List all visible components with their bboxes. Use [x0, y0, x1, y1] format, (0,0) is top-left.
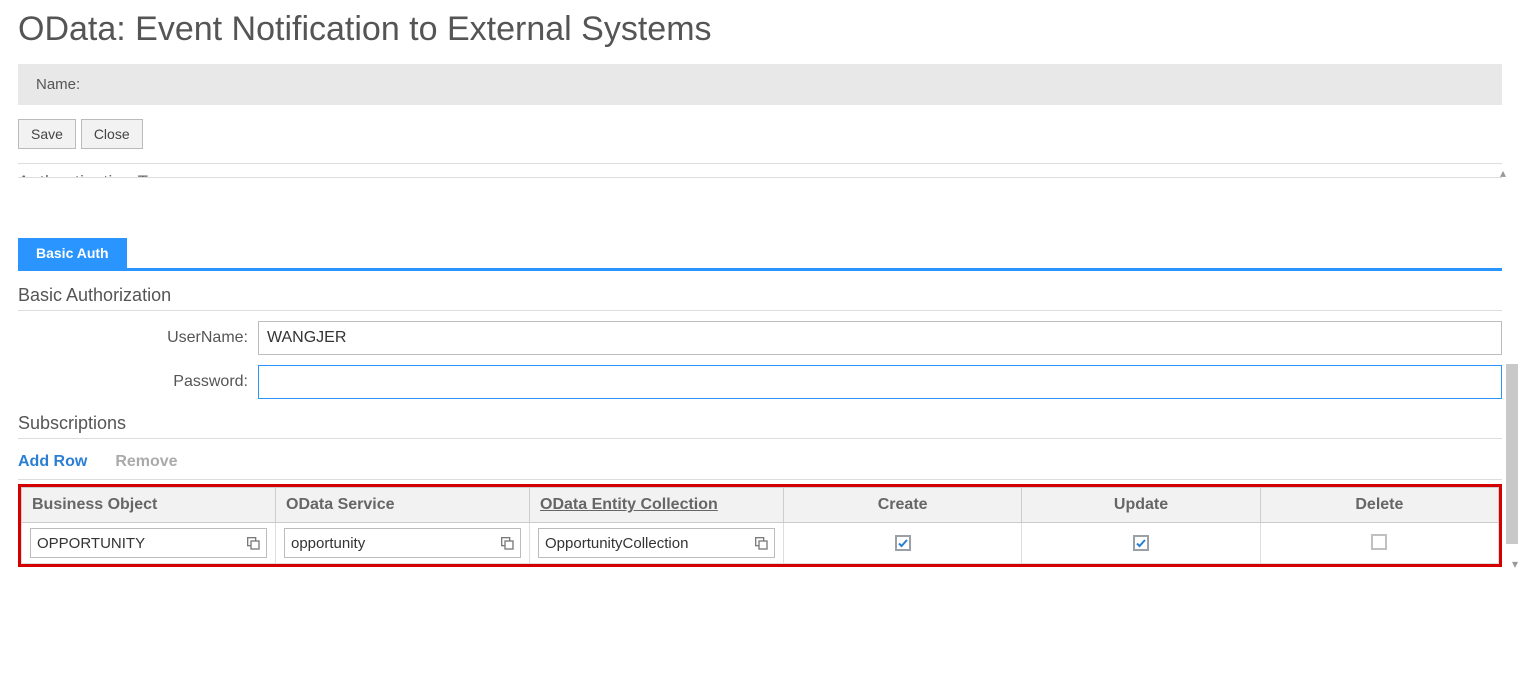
save-button[interactable]: Save [18, 119, 76, 149]
odata-entity-field[interactable] [538, 528, 775, 558]
close-button[interactable]: Close [81, 119, 143, 149]
page-title: OData: Event Notification to External Sy… [18, 10, 1502, 49]
password-input[interactable] [258, 365, 1502, 399]
basic-auth-heading: Basic Authorization [18, 285, 1502, 311]
col-odata-entity[interactable]: OData Entity Collection [530, 488, 784, 523]
subscriptions-table: Business Object OData Service OData Enti… [21, 487, 1499, 564]
odata-service-field[interactable] [284, 528, 521, 558]
remove-link: Remove [115, 453, 177, 471]
highlight-box: Business Object OData Service OData Enti… [18, 484, 1502, 567]
value-help-icon[interactable] [242, 532, 264, 554]
tab-strip: Basic Auth [18, 238, 1502, 271]
value-help-icon[interactable] [496, 532, 518, 554]
update-checkbox[interactable] [1133, 535, 1149, 551]
name-bar: Name: [18, 64, 1502, 105]
col-odata-service[interactable]: OData Service [276, 488, 530, 523]
header-toolbar: Save Close [18, 115, 1502, 164]
add-row-link[interactable]: Add Row [18, 453, 87, 471]
business-object-field[interactable] [30, 528, 267, 558]
col-create[interactable]: Create [784, 488, 1022, 523]
col-update[interactable]: Update [1022, 488, 1260, 523]
odata-entity-input[interactable] [539, 531, 750, 556]
value-help-icon[interactable] [750, 532, 772, 554]
username-label: UserName: [18, 329, 258, 347]
password-label: Password: [18, 373, 258, 391]
tab-basic-auth[interactable]: Basic Auth [18, 238, 127, 268]
scroll-up-icon[interactable]: ▴ [1500, 166, 1506, 180]
authentication-type-heading-cut: Authentication Type [18, 164, 1502, 178]
business-object-input[interactable] [31, 531, 242, 556]
name-label: Name: [36, 76, 80, 93]
table-row[interactable] [22, 523, 1499, 564]
col-delete[interactable]: Delete [1260, 488, 1498, 523]
subscriptions-actions: Add Row Remove [18, 443, 1502, 480]
delete-checkbox[interactable] [1371, 534, 1387, 550]
table-header-row: Business Object OData Service OData Enti… [22, 488, 1499, 523]
scroll-down-icon[interactable]: ▾ [1512, 557, 1518, 571]
subscriptions-heading: Subscriptions [18, 413, 1502, 439]
scrollbar-thumb[interactable] [1506, 364, 1518, 544]
create-checkbox[interactable] [895, 535, 911, 551]
odata-service-input[interactable] [285, 531, 496, 556]
username-input[interactable] [258, 321, 1502, 355]
col-business-object[interactable]: Business Object [22, 488, 276, 523]
